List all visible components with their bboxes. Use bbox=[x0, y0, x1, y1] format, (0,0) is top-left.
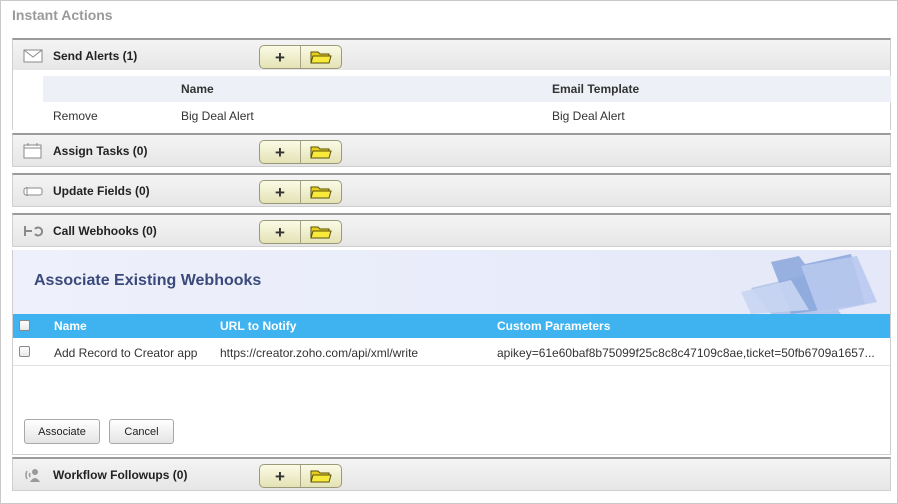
associate-webhooks-banner: Associate Existing Webhooks bbox=[13, 250, 890, 314]
associate-button[interactable]: Associate bbox=[24, 419, 100, 444]
workflow-followups-actions: + bbox=[259, 464, 342, 488]
column-header-name: Name bbox=[54, 319, 87, 333]
open-existing-task-button[interactable] bbox=[300, 141, 341, 163]
column-header-custom-parameters: Custom Parameters bbox=[497, 319, 611, 333]
open-existing-followup-button[interactable] bbox=[300, 465, 341, 487]
folder-icon bbox=[310, 51, 332, 64]
plus-icon: + bbox=[275, 47, 285, 67]
section-label: Send Alerts (1) bbox=[53, 49, 138, 63]
alerts-table-header: Name Email Template bbox=[43, 76, 891, 102]
table-row: Add Record to Creator app https://creato… bbox=[13, 338, 890, 366]
open-existing-alert-button[interactable] bbox=[300, 46, 341, 68]
webhook-icon bbox=[23, 223, 44, 239]
section-label: Call Webhooks (0) bbox=[53, 224, 157, 238]
add-field-update-button[interactable]: + bbox=[260, 181, 300, 203]
folder-icon bbox=[310, 226, 332, 239]
webhook-url: https://creator.zoho.com/api/xml/write bbox=[220, 346, 419, 360]
webhook-params: apikey=61e60baf8b75099f25c8c8c47109c8ae,… bbox=[497, 346, 875, 360]
add-alert-button[interactable]: + bbox=[260, 46, 300, 68]
associate-webhooks-panel: Associate Existing Webhooks Name URL to … bbox=[12, 250, 891, 455]
column-header-name: Name bbox=[181, 82, 214, 96]
instant-actions-panel: Instant Actions Send Alerts (1) + Name E… bbox=[0, 0, 898, 504]
webhooks-table-header: Name URL to Notify Custom Parameters bbox=[13, 314, 890, 338]
update-fields-actions: + bbox=[259, 180, 342, 204]
section-label: Assign Tasks (0) bbox=[53, 144, 148, 158]
envelope-icon bbox=[23, 48, 43, 64]
add-followup-button[interactable]: + bbox=[260, 465, 300, 487]
column-header-url: URL to Notify bbox=[220, 319, 297, 333]
assign-tasks-actions: + bbox=[259, 140, 342, 164]
section-update-fields: Update Fields (0) + bbox=[12, 173, 891, 207]
folder-icon bbox=[310, 470, 332, 483]
field-icon bbox=[23, 183, 43, 199]
panel-title: Associate Existing Webhooks bbox=[34, 272, 262, 289]
alert-name: Big Deal Alert bbox=[181, 109, 254, 123]
webhook-name: Add Record to Creator app bbox=[54, 346, 198, 360]
plus-icon: + bbox=[275, 466, 285, 486]
open-existing-webhook-button[interactable] bbox=[300, 221, 341, 243]
cancel-button[interactable]: Cancel bbox=[109, 419, 174, 444]
section-label: Update Fields (0) bbox=[53, 184, 150, 198]
call-webhooks-actions: + bbox=[259, 220, 342, 244]
row-checkbox[interactable] bbox=[19, 346, 30, 357]
send-alerts-actions: + bbox=[259, 45, 342, 69]
select-all-checkbox[interactable] bbox=[19, 320, 30, 331]
column-header-email-template: Email Template bbox=[552, 82, 640, 96]
remove-link[interactable]: Remove bbox=[53, 109, 98, 123]
section-send-alerts: Send Alerts (1) + bbox=[12, 38, 891, 72]
calendar-icon bbox=[23, 143, 43, 159]
page-title: Instant Actions bbox=[12, 7, 113, 23]
plus-icon: + bbox=[275, 142, 285, 162]
add-webhook-button[interactable]: + bbox=[260, 221, 300, 243]
plus-icon: + bbox=[275, 222, 285, 242]
section-workflow-followups: Workflow Followups (0) + bbox=[12, 457, 891, 491]
section-assign-tasks: Assign Tasks (0) + bbox=[12, 133, 891, 167]
add-task-button[interactable]: + bbox=[260, 141, 300, 163]
folders-illustration-icon bbox=[741, 254, 877, 314]
plus-icon: + bbox=[275, 182, 285, 202]
section-call-webhooks: Call Webhooks (0) + bbox=[12, 213, 891, 247]
folder-icon bbox=[310, 186, 332, 199]
alerts-table: Name Email Template Remove Big Deal Aler… bbox=[12, 70, 891, 130]
alert-email-template: Big Deal Alert bbox=[552, 109, 625, 123]
speaker-icon bbox=[23, 467, 43, 483]
open-existing-field-update-button[interactable] bbox=[300, 181, 341, 203]
table-row: Remove Big Deal Alert Big Deal Alert bbox=[13, 102, 891, 130]
section-label: Workflow Followups (0) bbox=[53, 468, 188, 482]
folder-icon bbox=[310, 146, 332, 159]
